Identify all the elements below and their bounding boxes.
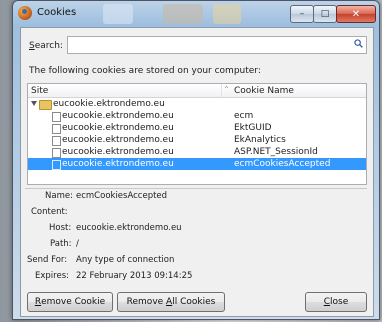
folder-icon	[39, 100, 52, 110]
detail-host-value: eucookie.ektrondemo.eu	[76, 223, 182, 233]
dialog-body: Search: The following cookies are stored…	[20, 27, 374, 317]
detail-expires-label: Expires:	[35, 271, 69, 281]
table-row[interactable]: eucookie.ektrondemo.eu ecmCookiesAccepted	[28, 158, 366, 170]
minimize-button[interactable]: –	[290, 5, 314, 23]
row-cookie-name: EktGUID	[234, 123, 272, 133]
row-site: eucookie.ektrondemo.eu	[62, 123, 174, 133]
sort-arrow-icon: ^	[224, 86, 230, 93]
detail-name-value: ecmCookiesAccepted	[76, 191, 168, 201]
aero-glass-blur	[103, 4, 133, 24]
title-bar[interactable]: Cookies – □ ✕	[13, 1, 379, 27]
document-icon	[52, 124, 61, 134]
detail-send-for-value: Any type of connection	[76, 255, 175, 265]
close-window-button[interactable]: ✕	[336, 5, 376, 23]
maximize-button[interactable]: □	[313, 5, 337, 23]
detail-path-value: /	[76, 239, 79, 249]
detail-send-for-label: Send For:	[27, 255, 68, 265]
cookies-dialog: Cookies – □ ✕ Search: The following cook…	[12, 0, 380, 320]
cookie-details: Name: ecmCookiesAccepted Content: Host: …	[25, 188, 367, 283]
row-cookie-name: EkAnalytics	[234, 135, 286, 145]
column-header-site[interactable]: Site	[31, 86, 48, 96]
table-row[interactable]: eucookie.ektrondemo.eu ASP.NET_SessionId	[28, 146, 366, 158]
detail-name-label: Name:	[45, 191, 73, 201]
expand-toggle-icon[interactable]	[31, 101, 37, 106]
maximize-icon: □	[320, 9, 330, 19]
remove-cookie-button[interactable]: Remove Cookie	[27, 292, 113, 312]
row-site: eucookie.ektrondemo.eu	[62, 135, 174, 145]
row-site: eucookie.ektrondemo.eu	[62, 147, 174, 157]
row-site: eucookie.ektrondemo.eu	[62, 111, 174, 121]
close-button[interactable]: Close	[305, 292, 367, 312]
minimize-icon: –	[299, 9, 305, 19]
table-row[interactable]: eucookie.ektrondemo.eu EktGUID	[28, 122, 366, 134]
aero-glass-blur	[213, 4, 241, 24]
search-input[interactable]	[67, 36, 367, 54]
close-icon: ✕	[351, 8, 361, 20]
detail-content-label: Content:	[31, 207, 68, 217]
tree-header: Site ^ Cookie Name	[28, 84, 366, 98]
window-title: Cookies	[37, 7, 77, 18]
search-label: Search:	[29, 41, 63, 51]
row-cookie-name: ASP.NET_SessionId	[234, 147, 318, 157]
document-icon	[52, 148, 61, 158]
column-header-cookie-name[interactable]: Cookie Name	[234, 86, 294, 96]
table-row[interactable]: eucookie.ektrondemo.eu ecm	[28, 110, 366, 122]
column-divider[interactable]	[221, 84, 222, 97]
group-site-label: eucookie.ektrondemo.eu	[53, 99, 165, 109]
document-icon	[52, 160, 61, 170]
detail-path-label: Path:	[50, 239, 72, 249]
remove-all-cookies-button[interactable]: Remove All Cookies	[117, 292, 225, 312]
firefox-icon	[18, 6, 32, 20]
aero-glass-blur	[163, 4, 203, 24]
document-icon	[52, 136, 61, 146]
search-icon[interactable]	[354, 39, 363, 48]
cookie-tree[interactable]: Site ^ Cookie Name eucookie.ektrondemo.e…	[27, 83, 367, 185]
table-row[interactable]: eucookie.ektrondemo.eu EkAnalytics	[28, 134, 366, 146]
row-cookie-name: ecm	[234, 111, 254, 121]
cookies-info-text: The following cookies are stored on your…	[29, 66, 261, 76]
document-icon	[52, 112, 61, 122]
row-site: eucookie.ektrondemo.eu	[62, 159, 174, 169]
detail-host-label: Host:	[49, 223, 72, 233]
detail-expires-value: 22 February 2013 09:14:25	[76, 271, 193, 281]
row-cookie-name: ecmCookiesAccepted	[234, 159, 331, 169]
tree-group-row[interactable]: eucookie.ektrondemo.eu	[28, 98, 366, 110]
